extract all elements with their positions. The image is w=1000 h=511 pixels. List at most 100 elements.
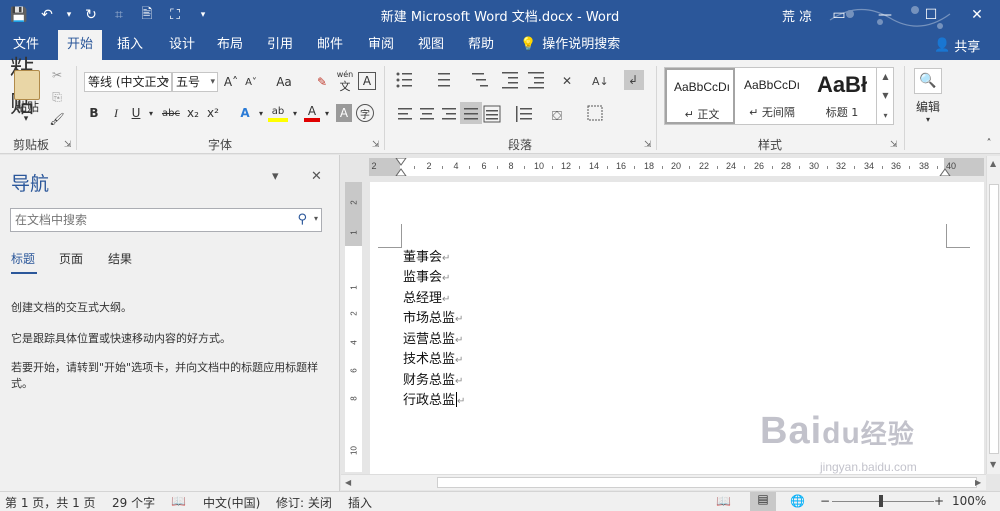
nav-tab-results[interactable]: 结果 xyxy=(108,250,132,267)
paragraph-launcher-icon[interactable]: ⇲ xyxy=(644,140,652,150)
font-size-combo[interactable]: 五号 ▾ xyxy=(172,72,218,92)
doc-paragraph[interactable]: 运营总监↵ xyxy=(403,330,463,350)
share-button[interactable]: 👤 共享 xyxy=(934,30,980,60)
save-icon[interactable]: 💾 xyxy=(8,4,30,26)
track-changes-status[interactable]: 修订: 关闭 xyxy=(276,494,332,511)
tab-review[interactable]: 审阅 xyxy=(361,30,401,60)
ribbon-display-icon[interactable]: ▭ xyxy=(816,0,862,30)
char-border-icon[interactable]: A xyxy=(358,72,376,90)
scroll-down-icon[interactable]: ▼ xyxy=(990,460,996,469)
bold-button[interactable]: B xyxy=(86,104,102,122)
text-effects-icon[interactable]: A xyxy=(236,104,254,122)
underline-dropdown-icon[interactable]: ▾ xyxy=(146,104,156,122)
doc-paragraph[interactable]: 行政总监 ↵ xyxy=(403,391,465,411)
clipboard-launcher-icon[interactable]: ⇲ xyxy=(64,140,72,150)
zoom-level[interactable]: 100% xyxy=(952,494,986,508)
grow-font-icon[interactable]: A˄ xyxy=(222,72,240,92)
user-name[interactable]: 荒 凉 xyxy=(782,6,812,25)
nav-search-input[interactable] xyxy=(11,209,281,231)
style-normal[interactable]: AaBbCcDı ↵ 正文 xyxy=(665,68,735,124)
paste-dropdown-icon[interactable]: ▾ xyxy=(18,114,34,124)
vertical-scroll-thumb[interactable] xyxy=(989,184,999,454)
doc-paragraph[interactable]: 监事会↵ xyxy=(403,268,450,288)
subscript-button[interactable]: x₂ xyxy=(184,104,202,122)
nav-tab-headings[interactable]: 标题 xyxy=(11,250,35,267)
tab-mailings[interactable]: 邮件 xyxy=(310,30,350,60)
doc-paragraph[interactable]: 董事会↵ xyxy=(403,248,450,268)
highlight-dropdown-icon[interactable]: ▾ xyxy=(290,104,300,122)
zoom-out-button[interactable]: − xyxy=(820,494,830,508)
style-heading-1[interactable]: AaBł 标题 1 xyxy=(807,68,877,124)
clear-format-icon[interactable]: ✎ xyxy=(312,72,332,92)
shrink-font-icon[interactable]: A˅ xyxy=(242,72,260,92)
doc-paragraph[interactable]: 技术总监↵ xyxy=(403,350,463,370)
nav-options-icon[interactable]: ▾ xyxy=(272,169,279,184)
format-painter-icon[interactable]: ⌗ xyxy=(108,4,130,26)
styles-more-icon[interactable]: ▾ xyxy=(883,111,887,120)
print-layout-icon[interactable]: ▤ xyxy=(750,492,776,511)
tab-home[interactable]: 开始 xyxy=(58,30,102,60)
undo-dropdown-icon[interactable]: ▾ xyxy=(64,4,74,26)
zoom-slider-track[interactable] xyxy=(832,501,934,502)
font-launcher-icon[interactable]: ⇲ xyxy=(372,140,380,150)
styles-launcher-icon[interactable]: ⇲ xyxy=(890,140,898,150)
doc-paragraph[interactable]: 市场总监↵ xyxy=(403,309,463,329)
copy-icon[interactable]: ⎘ xyxy=(48,88,66,106)
maximize-icon[interactable]: ☐ xyxy=(908,0,954,30)
cut-icon[interactable]: ✂ xyxy=(48,66,66,84)
editing-dropdown-icon[interactable]: ▾ xyxy=(922,114,934,124)
redo-icon[interactable]: ↻ xyxy=(80,4,102,26)
font-color-icon[interactable]: A xyxy=(304,104,320,122)
search-options-icon[interactable]: ▾ xyxy=(314,214,318,223)
language-indicator[interactable]: 中文(中国) xyxy=(203,494,260,511)
scroll-up-icon[interactable]: ▲ xyxy=(990,159,996,168)
italic-button[interactable]: I xyxy=(108,104,124,122)
collapse-ribbon-icon[interactable]: ˄ xyxy=(982,136,996,150)
highlight-icon[interactable]: ab xyxy=(268,104,288,122)
nav-close-icon[interactable]: ✕ xyxy=(311,169,322,184)
tab-references[interactable]: 引用 xyxy=(260,30,300,60)
underline-button[interactable]: U xyxy=(128,104,144,122)
style-no-spacing[interactable]: AaBbCcDı ↵ 无间隔 xyxy=(737,68,807,124)
page-count[interactable]: 第 1 页，共 1 页 xyxy=(5,494,96,511)
tab-view[interactable]: 视图 xyxy=(411,30,451,60)
styles-up-icon[interactable]: ▲ xyxy=(882,72,888,81)
read-mode-icon[interactable]: 📖 xyxy=(716,494,731,508)
select-icon[interactable]: ⛶ xyxy=(164,4,186,26)
undo-icon[interactable]: ↶ xyxy=(36,4,58,26)
text-effects-dropdown-icon[interactable]: ▾ xyxy=(256,104,266,122)
find-icon[interactable]: 🔍 xyxy=(914,68,942,94)
char-shading-icon[interactable]: A xyxy=(336,104,352,122)
tab-insert[interactable]: 插入 xyxy=(110,30,150,60)
minimize-icon[interactable]: — xyxy=(862,0,908,30)
tell-me-search[interactable]: 💡 操作说明搜索 xyxy=(520,30,620,60)
nav-tab-pages[interactable]: 页面 xyxy=(59,250,83,267)
zoom-in-button[interactable]: + xyxy=(934,494,944,508)
tab-design[interactable]: 设计 xyxy=(162,30,202,60)
phonetic-guide-icon[interactable]: 文 xyxy=(334,80,356,93)
insert-mode-status[interactable]: 插入 xyxy=(348,494,372,511)
enclose-char-icon[interactable]: 字 xyxy=(356,104,374,122)
editing-button[interactable]: 编辑 xyxy=(910,98,946,114)
zoom-slider-thumb[interactable] xyxy=(879,495,883,507)
word-count[interactable]: 29 个字 xyxy=(112,494,155,511)
font-name-combo[interactable]: 等线 (中文正文 ▾ xyxy=(84,72,172,92)
tab-help[interactable]: 帮助 xyxy=(461,30,501,60)
strikethrough-button[interactable]: abc xyxy=(160,104,182,122)
proofing-icon[interactable]: 📖 xyxy=(171,494,186,508)
customize-qat-icon[interactable]: ▾ xyxy=(192,4,214,26)
scroll-left-icon[interactable]: ◀ xyxy=(345,478,351,487)
format-painter-icon[interactable]: 🖌 xyxy=(48,110,66,128)
doc-paragraph[interactable]: 财务总监↵ xyxy=(403,371,463,391)
search-icon[interactable]: ⚲ xyxy=(297,212,307,227)
font-color-dropdown-icon[interactable]: ▾ xyxy=(322,104,332,122)
styles-scroll[interactable]: ▲ ▼ ▾ xyxy=(876,67,894,125)
doc-paragraph[interactable]: 总经理↵ xyxy=(403,289,450,309)
tab-layout[interactable]: 布局 xyxy=(210,30,250,60)
superscript-button[interactable]: x² xyxy=(204,104,222,122)
print-preview-icon[interactable]: 🖹 xyxy=(136,4,158,26)
paste-button[interactable]: 粘贴 xyxy=(8,98,46,114)
close-icon[interactable]: ✕ xyxy=(954,0,1000,30)
styles-down-icon[interactable]: ▼ xyxy=(882,91,888,100)
web-layout-icon[interactable]: 🌐 xyxy=(790,494,805,508)
